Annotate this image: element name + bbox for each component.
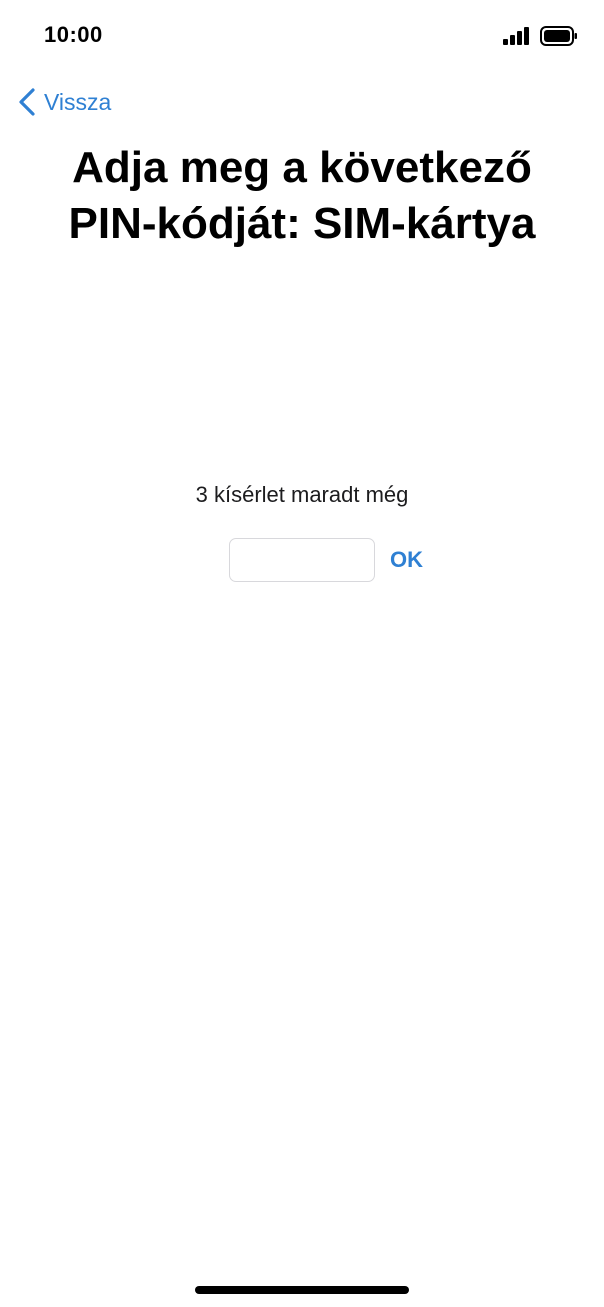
back-button-label: Vissza	[44, 88, 112, 115]
page-title-line-1: Adja meg a következő	[72, 143, 532, 192]
page-title: Adja meg a következő PIN-kódját: SIM-kár…	[0, 140, 604, 252]
cellular-signal-icon	[503, 27, 529, 45]
ok-button[interactable]: OK	[386, 543, 427, 577]
battery-icon	[540, 26, 577, 46]
status-time: 10:00	[44, 22, 103, 47]
back-button[interactable]: Vissza	[18, 86, 111, 118]
page-title-line-2: PIN-kódját: SIM-kártya	[68, 199, 536, 248]
status-bar: 10:00	[0, 0, 604, 72]
home-indicator[interactable]	[195, 1286, 409, 1294]
chevron-left-icon	[19, 88, 35, 116]
pin-input[interactable]	[229, 538, 375, 582]
status-icons	[503, 26, 578, 46]
attempts-remaining-text: 3 kísérlet maradt még	[195, 482, 409, 507]
